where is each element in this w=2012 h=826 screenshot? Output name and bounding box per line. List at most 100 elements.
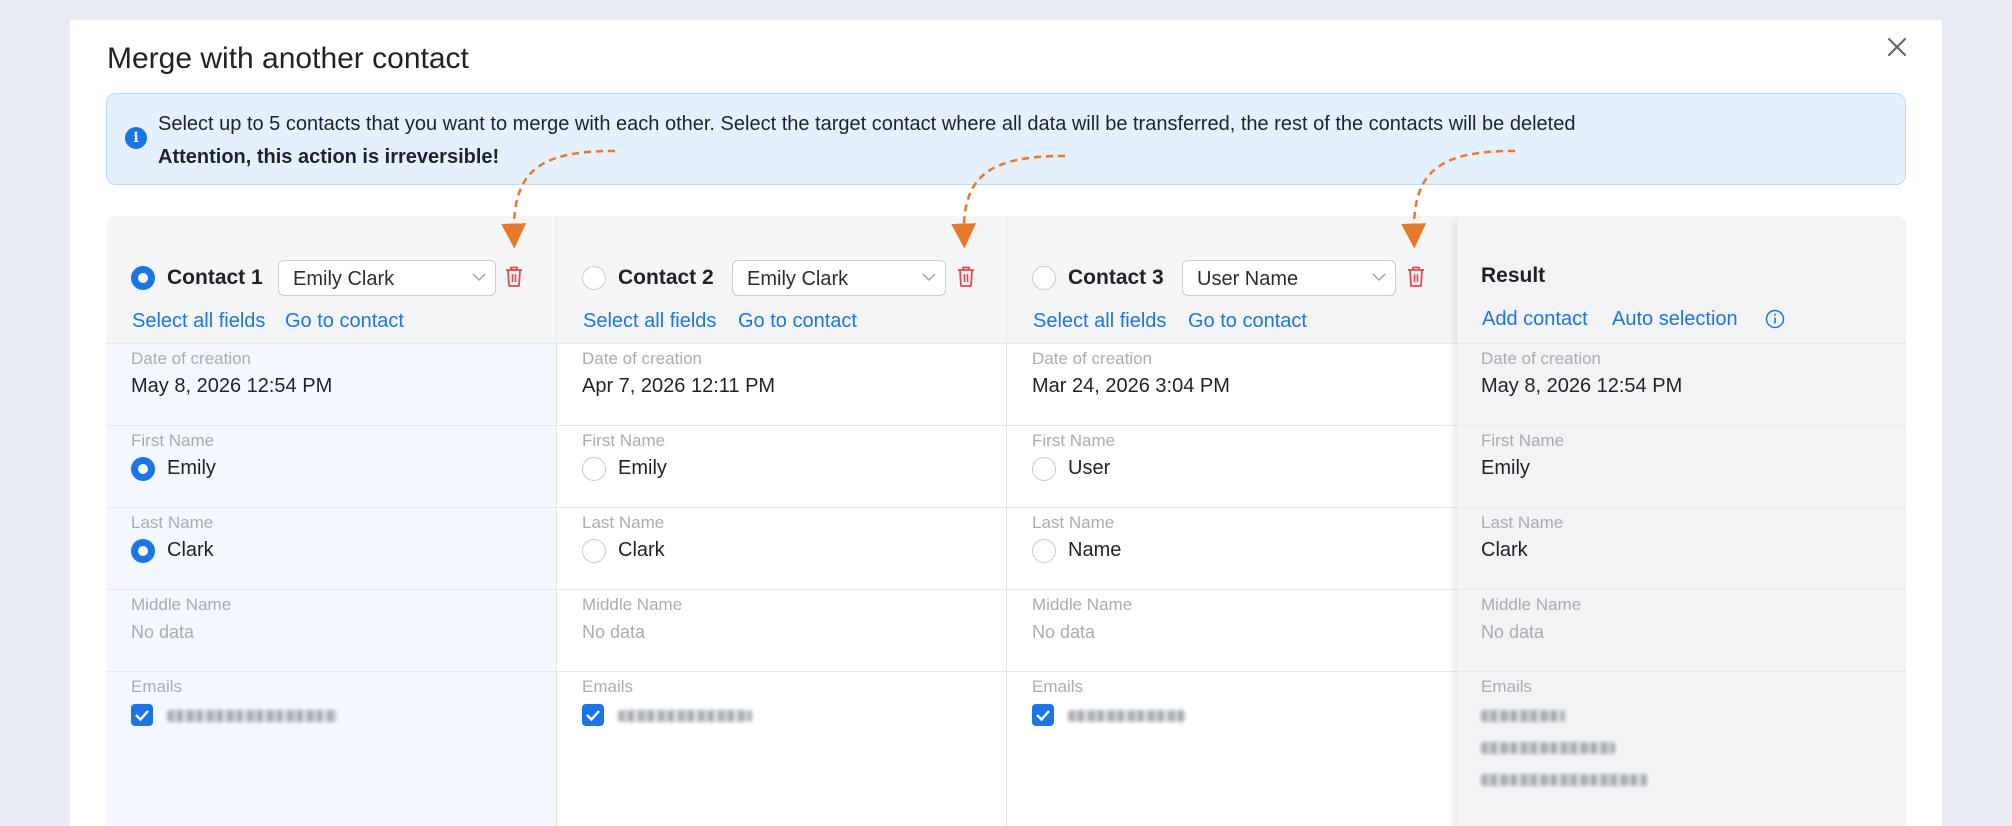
result-column: Result Add contact Auto selection Date o… xyxy=(1457,216,1906,826)
go-to-contact-link[interactable]: Go to contact xyxy=(285,310,404,333)
field-value: Clark xyxy=(618,539,665,561)
field-last-name: Last Name Clark xyxy=(557,508,1006,590)
field-emails: Emails xyxy=(1007,672,1457,826)
field-radio[interactable] xyxy=(1032,457,1056,481)
contact-select[interactable]: User Name xyxy=(1182,260,1396,296)
redacted-email xyxy=(167,710,337,722)
delete-contact-icon[interactable] xyxy=(956,265,976,289)
field-radio[interactable] xyxy=(582,457,606,481)
check-icon xyxy=(135,710,149,722)
field-label: Date of creation xyxy=(131,349,252,368)
result-field-first-name: First Name Emily xyxy=(1457,426,1906,508)
select-all-fields-link[interactable]: Select all fields xyxy=(132,310,265,333)
contact-select-value: User Name xyxy=(1197,268,1299,290)
email-checkbox[interactable] xyxy=(131,704,153,726)
merge-dialog: Merge with another contact i Select up t… xyxy=(70,20,1942,826)
result-header: Result Add contact Auto selection xyxy=(1457,216,1906,344)
field-label: Date of creation xyxy=(1032,349,1153,368)
dialog-title: Merge with another contact xyxy=(107,42,469,75)
contact-select[interactable]: Emily Clark xyxy=(732,260,946,296)
contact-header: Contact 3 User Name Select all fields Go… xyxy=(1007,216,1457,344)
field-label: First Name xyxy=(131,431,215,450)
field-label: Emails xyxy=(1032,677,1084,696)
close-icon xyxy=(1888,38,1906,56)
field-radio[interactable] xyxy=(131,539,155,563)
field-emails: Emails xyxy=(557,672,1006,826)
field-value: May 8, 2026 12:54 PM xyxy=(131,375,333,397)
contact-column-3: Contact 3 User Name Select all fields Go… xyxy=(1006,216,1457,826)
add-contact-link[interactable]: Add contact xyxy=(1482,308,1588,331)
field-value: Clark xyxy=(167,539,214,561)
field-label: Emails xyxy=(1481,677,1533,696)
contact-column-1: Contact 1 Emily Clark Select all fields … xyxy=(106,216,556,826)
field-radio[interactable] xyxy=(582,539,606,563)
info-message: Select up to 5 contacts that you want to… xyxy=(158,113,1576,135)
target-contact-radio[interactable] xyxy=(1032,266,1056,290)
field-middle-name: Middle Name No data xyxy=(1007,590,1457,672)
field-value: No data xyxy=(582,622,646,642)
info-outline-icon[interactable] xyxy=(1765,309,1785,329)
contact-label: Contact 3 xyxy=(1068,266,1164,289)
chevron-down-icon xyxy=(472,273,486,281)
contact-select-value: Emily Clark xyxy=(293,268,395,290)
delete-contact-icon[interactable] xyxy=(1406,265,1426,289)
field-label: Date of creation xyxy=(1481,349,1602,368)
field-value: No data xyxy=(1032,622,1096,642)
contact-header: Contact 1 Emily Clark Select all fields … xyxy=(106,216,556,344)
close-button[interactable] xyxy=(1882,32,1912,62)
field-value: User xyxy=(1068,457,1111,479)
target-contact-radio[interactable] xyxy=(131,266,155,290)
field-middle-name: Middle Name No data xyxy=(106,590,556,672)
field-label: Last Name xyxy=(1481,513,1564,532)
field-value: Emily xyxy=(1481,457,1530,479)
field-label: Date of creation xyxy=(582,349,703,368)
field-label: Emails xyxy=(582,677,634,696)
contact-label: Contact 2 xyxy=(618,266,714,289)
result-title: Result xyxy=(1481,264,1546,287)
select-all-fields-link[interactable]: Select all fields xyxy=(583,310,716,333)
email-checkbox[interactable] xyxy=(1032,704,1054,726)
result-field-middle-name: Middle Name No data xyxy=(1457,590,1906,672)
redacted-email xyxy=(1068,710,1186,722)
auto-selection-link[interactable]: Auto selection xyxy=(1612,308,1738,331)
field-label: Middle Name xyxy=(1481,595,1582,614)
field-value: Clark xyxy=(1481,539,1528,561)
field-label: Last Name xyxy=(1032,513,1115,532)
field-radio[interactable] xyxy=(1032,539,1056,563)
target-contact-radio[interactable] xyxy=(582,266,606,290)
field-last-name: Last Name Name xyxy=(1007,508,1457,590)
info-banner: i Select up to 5 contacts that you want … xyxy=(106,93,1906,185)
select-all-fields-link[interactable]: Select all fields xyxy=(1033,310,1166,333)
chevron-down-icon xyxy=(922,273,936,281)
redacted-email xyxy=(1481,774,1647,786)
field-date: Date of creation Apr 7, 2026 12:11 PM xyxy=(557,344,1006,426)
field-label: Emails xyxy=(131,677,183,696)
field-emails: Emails xyxy=(106,672,556,826)
field-label: First Name xyxy=(582,431,666,450)
field-first-name: First Name Emily xyxy=(106,426,556,508)
contact-select-value: Emily Clark xyxy=(747,268,849,290)
email-checkbox[interactable] xyxy=(582,704,604,726)
field-label: Last Name xyxy=(131,513,214,532)
field-value: Apr 7, 2026 12:11 PM xyxy=(582,375,776,397)
field-label: Middle Name xyxy=(582,595,683,614)
delete-contact-icon[interactable] xyxy=(504,265,524,289)
result-field-date: Date of creation May 8, 2026 12:54 PM xyxy=(1457,344,1906,426)
redacted-email xyxy=(1481,710,1565,722)
go-to-contact-link[interactable]: Go to contact xyxy=(738,310,857,333)
field-value: Emily xyxy=(167,457,216,479)
field-value: Name xyxy=(1068,539,1122,561)
field-value: Emily xyxy=(618,457,667,479)
field-value: Mar 24, 2026 3:04 PM xyxy=(1032,375,1230,397)
field-value: No data xyxy=(131,622,195,642)
go-to-contact-link[interactable]: Go to contact xyxy=(1188,310,1307,333)
field-radio[interactable] xyxy=(131,457,155,481)
field-label: First Name xyxy=(1481,431,1565,450)
field-label: Last Name xyxy=(582,513,665,532)
field-first-name: First Name Emily xyxy=(557,426,1006,508)
contact-select[interactable]: Emily Clark xyxy=(278,260,496,296)
field-first-name: First Name User xyxy=(1007,426,1457,508)
field-value: No data xyxy=(1481,622,1545,642)
chevron-down-icon xyxy=(1372,273,1386,281)
redacted-email xyxy=(618,710,752,722)
